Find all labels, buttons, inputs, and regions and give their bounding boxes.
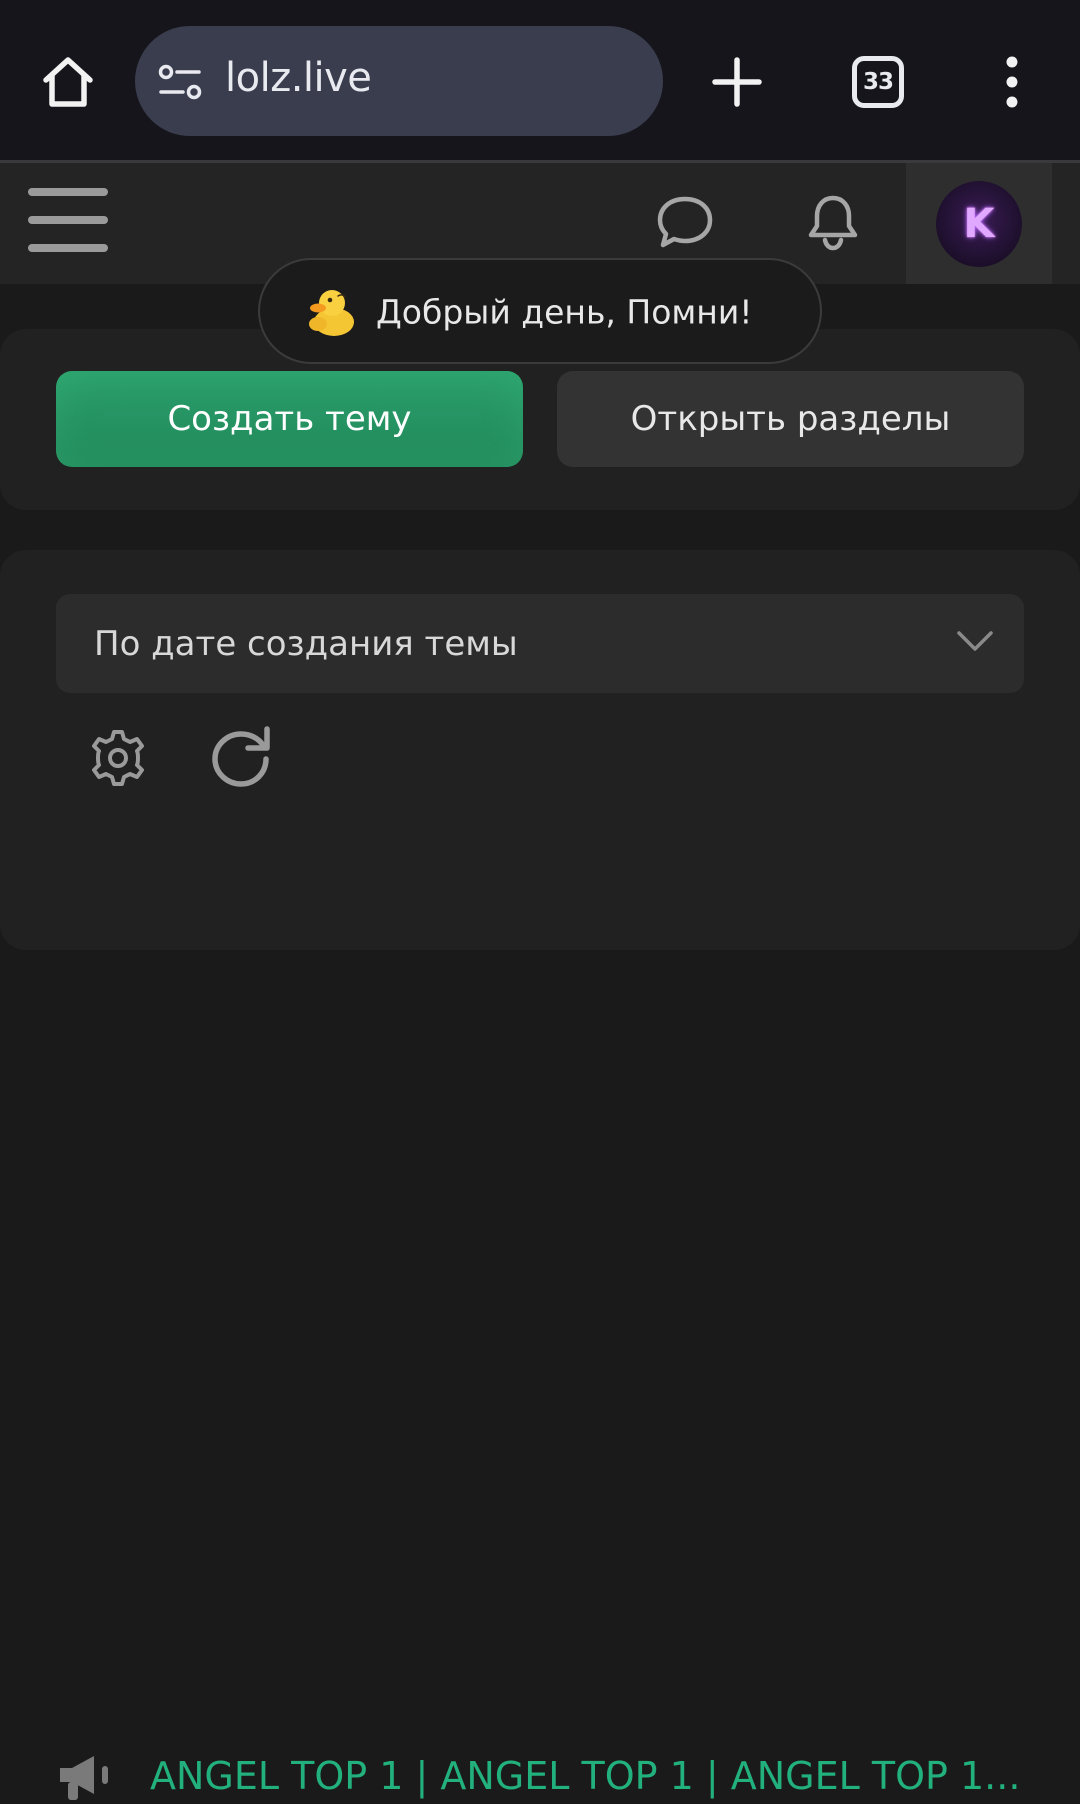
url-text[interactable]: lolz.live	[225, 55, 372, 101]
thread-title-link[interactable]: ANGEL TOP 1 | ANGEL TOP 1 | ANGEL TOP 1.…	[150, 1748, 1030, 1804]
address-bar[interactable]: lolz.live	[135, 26, 663, 136]
avatar[interactable]: K	[936, 181, 1022, 267]
menu-icon[interactable]	[28, 186, 108, 254]
gear-icon[interactable]	[88, 728, 148, 788]
chevron-down-icon	[957, 631, 993, 651]
open-sections-button[interactable]: Открыть разделы	[557, 371, 1024, 467]
tune-icon[interactable]	[157, 64, 203, 100]
megaphone-icon	[60, 1756, 108, 1800]
avatar-letter: K	[963, 201, 995, 247]
chat-bubble-icon[interactable]	[656, 194, 714, 250]
new-tab-icon[interactable]	[712, 57, 762, 107]
tab-count: 33	[862, 69, 894, 95]
greeting-toast: Добрый день, Помни!	[258, 258, 822, 364]
bell-icon[interactable]	[804, 192, 862, 252]
sort-select[interactable]: По дате создания темы	[56, 594, 1024, 693]
refresh-icon[interactable]	[208, 724, 276, 790]
home-icon[interactable]	[40, 54, 96, 110]
create-thread-button[interactable]: Создать тему	[56, 371, 523, 467]
list-item[interactable]: ANGEL TOP 1 | ANGEL TOP 1 | ANGEL TOP 1.…	[0, 870, 1080, 1800]
browser-toolbar: lolz.live 33	[0, 0, 1080, 160]
tab-switcher-button[interactable]: 33	[852, 56, 904, 108]
duck-emoji-icon	[309, 290, 354, 336]
more-vert-icon[interactable]	[1000, 56, 1024, 108]
sort-selected-value: По дате создания темы	[94, 624, 518, 664]
greeting-text: Добрый день, Помни!	[376, 292, 753, 332]
